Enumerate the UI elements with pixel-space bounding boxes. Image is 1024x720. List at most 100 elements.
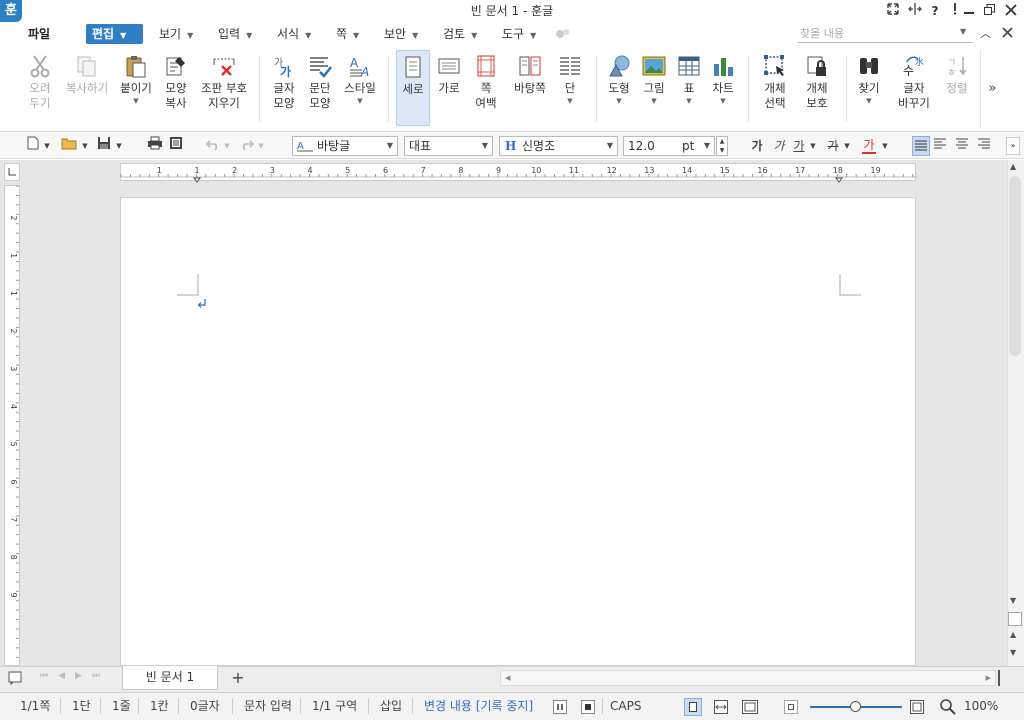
ruler-toggle-icon[interactable] xyxy=(4,163,20,181)
font-color-button[interactable]: 가 xyxy=(862,136,876,154)
chevron-down-icon[interactable]: ▼ xyxy=(222,135,232,157)
underline-button[interactable]: 가 xyxy=(792,135,806,157)
split-view-icon[interactable] xyxy=(904,0,926,22)
shapes-button[interactable]: 도형 ▼ xyxy=(602,50,636,130)
margins-button[interactable]: 쪽 여백 xyxy=(468,50,504,130)
font-size-input[interactable]: 12.0 pt ▼ xyxy=(623,136,715,156)
stop-icon[interactable] xyxy=(581,700,595,714)
menu-format[interactable]: 서식 ▼ xyxy=(271,24,317,44)
horizontal-scrollbar[interactable]: ◀ ▶ xyxy=(500,670,996,686)
add-tab-button[interactable]: + xyxy=(224,668,252,688)
vertical-ruler[interactable]: 2 1 1 2 3 4 5 6 7 8 9 xyxy=(4,185,20,668)
zoom-level[interactable]: 100% xyxy=(964,692,998,720)
magnifier-icon[interactable] xyxy=(940,699,956,718)
chevron-down-icon[interactable]: ▼ xyxy=(42,135,52,157)
status-input-mode[interactable]: 문자 입력 xyxy=(244,692,292,720)
search-input[interactable]: 찾을 내용 xyxy=(798,25,973,43)
cut-button[interactable]: 오려 두기 xyxy=(22,50,58,130)
landscape-button[interactable]: 가로 xyxy=(432,50,466,130)
toolbar-expand-icon[interactable]: » xyxy=(1006,137,1020,155)
menu-security[interactable]: 보안 ▼ xyxy=(378,24,424,44)
status-track-changes[interactable]: 변경 내용 [기록 중지] xyxy=(424,692,533,720)
print-icon[interactable] xyxy=(146,135,164,157)
align-left-icon[interactable] xyxy=(934,138,946,153)
scrollbar-thumb[interactable] xyxy=(1009,176,1021,356)
language-select[interactable]: 대표 ▼ xyxy=(404,136,493,156)
new-doc-icon[interactable] xyxy=(26,135,40,157)
view-width-icon[interactable] xyxy=(714,700,728,717)
columns-button[interactable]: 단 ▼ xyxy=(554,50,586,130)
scroll-right-icon[interactable]: ▶ xyxy=(986,671,991,685)
ribbon-options-icon[interactable] xyxy=(555,27,571,41)
find-button[interactable]: 찾기 ▼ xyxy=(852,50,886,130)
open-folder-icon[interactable] xyxy=(60,135,78,157)
para-shape-button[interactable]: 문단 모양 xyxy=(302,50,338,130)
align-justify-button[interactable] xyxy=(912,136,930,156)
document-page[interactable] xyxy=(120,197,916,666)
zoom-in-icon[interactable] xyxy=(910,700,924,717)
menu-review[interactable]: 검토 ▼ xyxy=(437,24,483,44)
close-doc-icon[interactable] xyxy=(1002,26,1013,40)
chevron-down-icon[interactable]: ▼ xyxy=(842,135,852,157)
style-select[interactable]: A 바탕글 ▼ xyxy=(292,136,398,156)
tab-document[interactable]: 빈 문서 1 xyxy=(122,666,218,690)
scroll-up-icon[interactable]: ▲ xyxy=(1010,162,1016,171)
menu-file[interactable]: 파일 xyxy=(22,24,56,44)
help-icon[interactable]: ? xyxy=(924,0,946,22)
protect-object-button[interactable]: 개체 보호 xyxy=(798,50,836,130)
italic-button[interactable]: 가 xyxy=(772,135,786,157)
ruler-indent-marker-left[interactable] xyxy=(193,177,201,183)
tab-list-icon[interactable] xyxy=(8,671,22,688)
zoom-out-icon[interactable] xyxy=(784,700,798,717)
ruler-indent-marker-right[interactable] xyxy=(835,177,843,183)
chevron-down-icon[interactable]: ▼ xyxy=(808,135,818,157)
align-center-icon[interactable] xyxy=(956,138,968,153)
menu-view[interactable]: 보기 ▼ xyxy=(153,24,199,44)
menu-tools[interactable]: 도구 ▼ xyxy=(496,24,542,44)
minimize-icon[interactable] xyxy=(958,0,980,22)
view-two-pages-icon[interactable] xyxy=(742,700,758,717)
chevron-down-icon[interactable]: ▼ xyxy=(880,135,890,157)
chevron-down-icon[interactable]: ▼ xyxy=(114,135,124,157)
chevron-down-icon[interactable]: ▼ xyxy=(80,135,90,157)
select-object-button[interactable]: 개체 선택 xyxy=(756,50,794,130)
bold-button[interactable]: 가 xyxy=(750,135,764,157)
fullscreen-icon[interactable] xyxy=(882,0,904,22)
scroll-left-icon[interactable]: ◀ xyxy=(505,671,510,685)
chevron-down-icon[interactable]: ▼ xyxy=(256,135,266,157)
undo-icon[interactable] xyxy=(204,135,222,157)
sort-button[interactable]: ㄱㅎ 정렬 xyxy=(942,50,972,130)
align-right-icon[interactable] xyxy=(978,138,990,153)
horizontal-ruler[interactable]: 1 1 2 3 4 5 6 7 8 9 10 11 12 13 14 15 16 17 18 19 xyxy=(120,163,917,183)
close-icon[interactable] xyxy=(1000,0,1022,22)
redo-icon[interactable] xyxy=(238,135,256,157)
strikethrough-button[interactable]: 가 xyxy=(826,135,840,157)
next-page-icon[interactable]: ▼ xyxy=(1010,648,1016,657)
restore-icon[interactable] xyxy=(978,0,1000,22)
copy-button[interactable]: 복사하기 xyxy=(60,50,114,130)
zoom-slider-thumb[interactable] xyxy=(850,701,861,712)
pause-icon[interactable] xyxy=(553,700,567,714)
app-logo-icon[interactable]: 훈 xyxy=(0,0,22,22)
status-page[interactable]: 1/1쪽 xyxy=(20,692,50,720)
table-button[interactable]: 표 ▼ xyxy=(674,50,704,130)
save-icon[interactable] xyxy=(96,135,112,157)
status-insert-mode[interactable]: 삽입 xyxy=(380,692,402,720)
format-copy-button[interactable]: 모양 복사 xyxy=(158,50,194,130)
scroll-down-icon[interactable]: ▼ xyxy=(1010,596,1016,605)
background-page-button[interactable]: 바탕쪽 xyxy=(508,50,552,130)
view-page-icon[interactable] xyxy=(684,698,702,716)
split-handle-icon[interactable] xyxy=(998,670,1006,686)
prev-page-icon[interactable]: ▲ xyxy=(1010,630,1016,639)
paste-button[interactable]: 붙이기 ▼ xyxy=(116,50,156,130)
portrait-button[interactable]: 세로 xyxy=(396,50,430,126)
char-shape-button[interactable]: 가가 글자 모양 xyxy=(266,50,302,130)
menu-edit[interactable]: 편집 ▼ xyxy=(86,24,143,44)
collapse-ribbon-icon[interactable]: ︿ xyxy=(980,25,991,41)
page-view-icon[interactable] xyxy=(1008,612,1022,626)
font-size-stepper[interactable]: ▲ ▼ xyxy=(716,136,728,156)
chart-button[interactable]: 차트 ▼ xyxy=(706,50,740,130)
search-dropdown-icon[interactable]: ▼ xyxy=(960,27,966,36)
picture-button[interactable]: 그림 ▼ xyxy=(638,50,670,130)
menu-input[interactable]: 입력 ▼ xyxy=(212,24,258,44)
